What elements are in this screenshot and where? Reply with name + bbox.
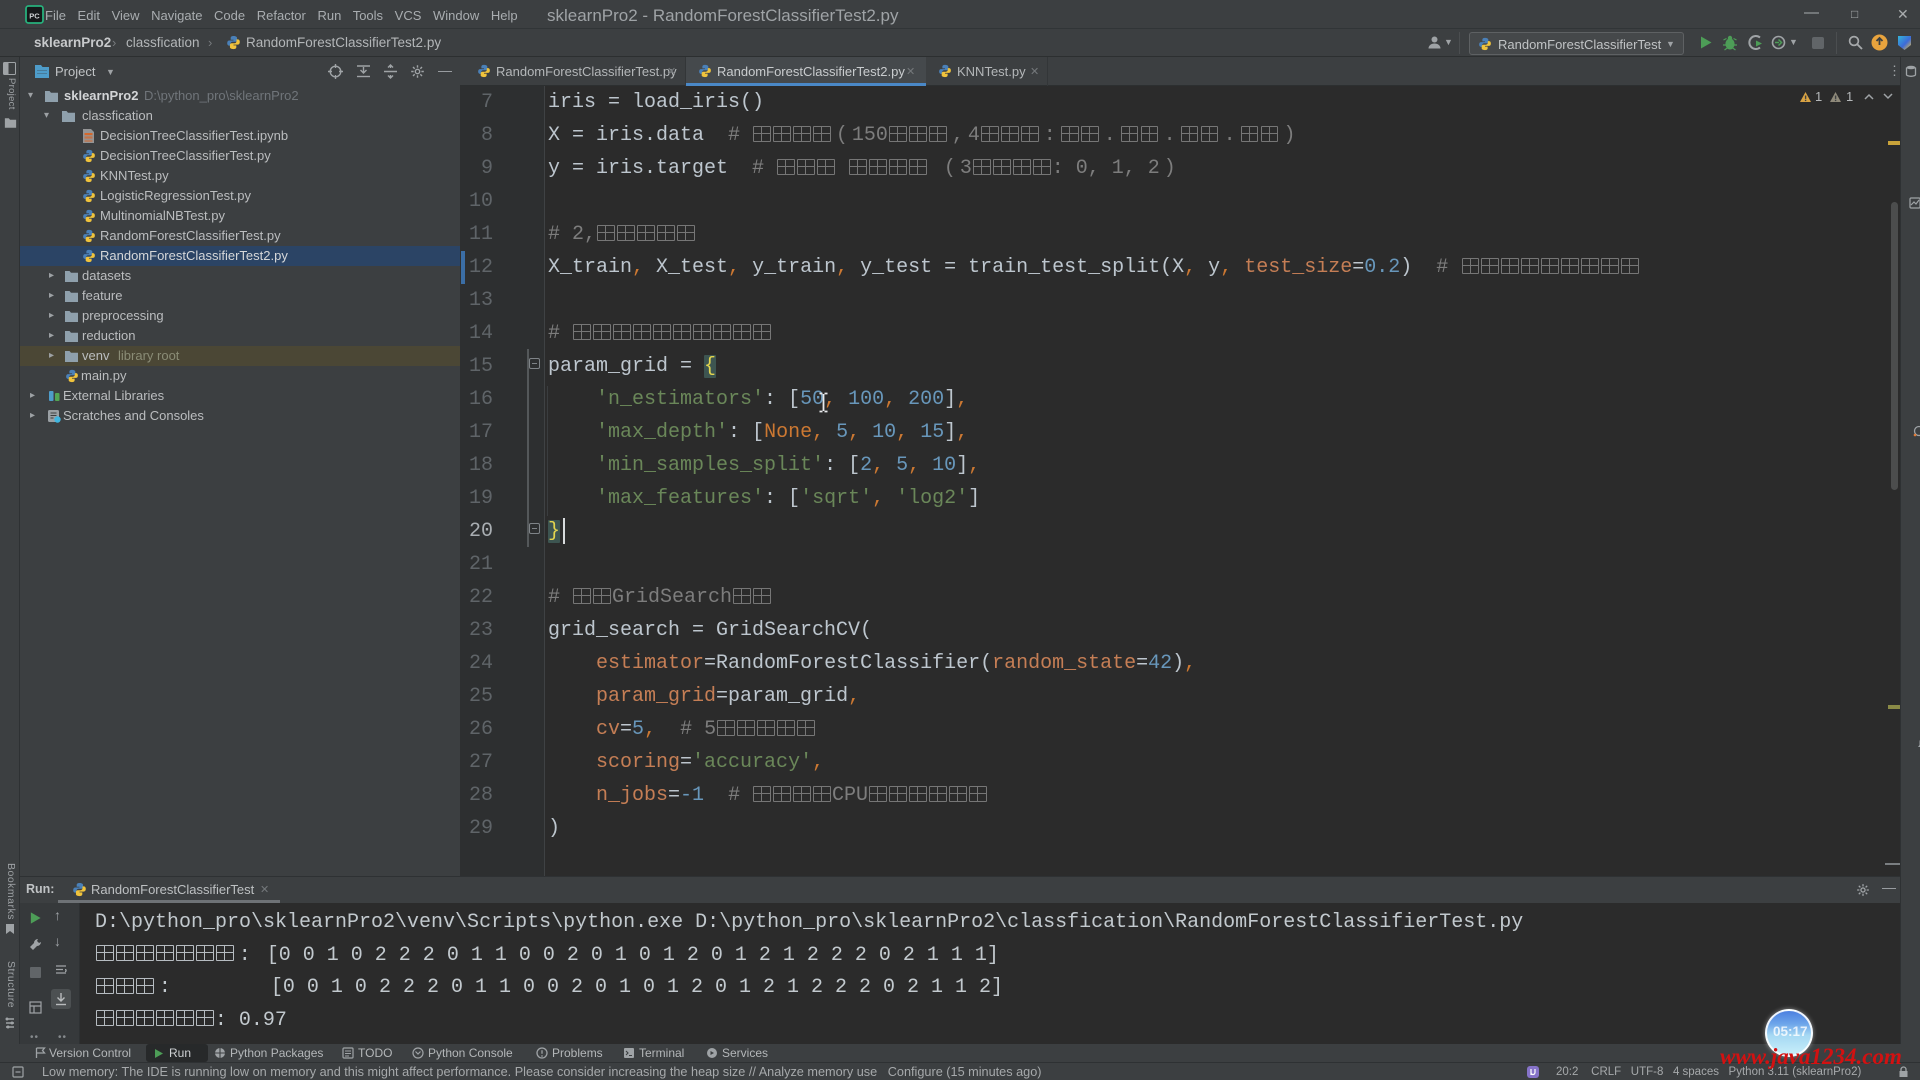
svg-text:PC: PC (29, 12, 40, 21)
